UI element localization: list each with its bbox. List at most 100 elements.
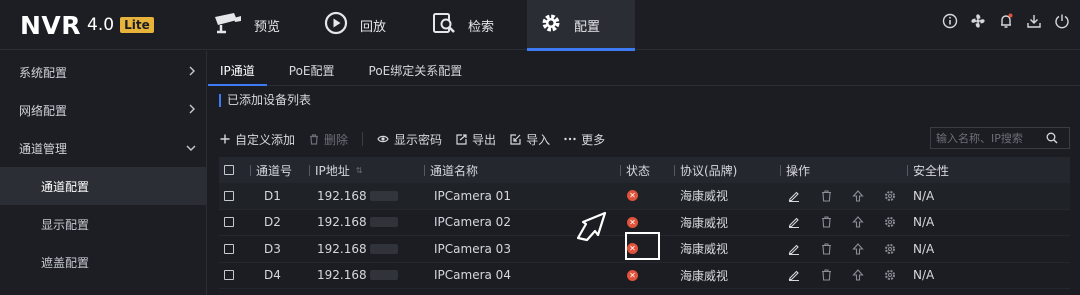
upgrade-icon[interactable] — [851, 215, 865, 229]
name-cell: IPCamera 03 — [434, 241, 511, 256]
info-icon[interactable] — [942, 13, 958, 29]
sidebar: 系统配置 网络配置 通道管理 通道配置 显示配置 遮盖配置 — [0, 51, 207, 295]
search-icon[interactable] — [1046, 129, 1058, 148]
eye-icon — [377, 134, 389, 144]
row-operations — [787, 183, 897, 209]
subtab-poe-config[interactable]: PoE配置 — [277, 62, 347, 85]
show-password-label: 显示密码 — [394, 132, 443, 147]
delete-icon[interactable] — [819, 215, 833, 229]
settings-icon[interactable] — [883, 215, 897, 229]
search-input[interactable] — [931, 131, 1046, 145]
chevron-right-icon — [188, 103, 196, 117]
edit-icon[interactable] — [787, 215, 801, 229]
upgrade-icon[interactable] — [851, 242, 865, 256]
delete-icon[interactable] — [819, 268, 833, 282]
channel-cell: D3 — [264, 241, 281, 256]
camera-icon — [212, 12, 254, 38]
plus-icon — [220, 134, 230, 144]
tab-playback[interactable]: 回放 — [324, 0, 424, 50]
row-checkbox[interactable] — [224, 210, 234, 236]
more-icon — [564, 137, 576, 141]
export-icon — [456, 133, 467, 145]
top-bar: NVR 4.0 Lite 预览 回放 检索 配置 — [0, 0, 1080, 51]
power-icon[interactable] — [1054, 13, 1070, 29]
col-status: 状态 — [620, 157, 650, 183]
sidebar-item-system[interactable]: 系统配置 — [0, 53, 206, 91]
name-cell: IPCamera 02 — [434, 215, 511, 230]
ip-cell: 192.168 — [317, 263, 398, 289]
col-security: 安全性 — [907, 157, 949, 183]
table-header: 通道号 IP地址 ⇅ 通道名称 状态 协议(品牌) 操作 安全性 — [219, 157, 1070, 183]
header-tools — [942, 13, 1070, 29]
col-ip[interactable]: IP地址 ⇅ — [309, 157, 362, 183]
settings-icon[interactable] — [883, 189, 897, 203]
ip-cell: 192.168 — [317, 183, 398, 209]
protocol-cell: 海康威视 — [680, 242, 729, 257]
status-highlight-box — [625, 232, 660, 260]
import-button[interactable]: 导入 — [510, 131, 550, 148]
more-button[interactable]: 更多 — [564, 131, 605, 148]
edit-icon[interactable] — [787, 242, 801, 256]
delete-icon[interactable] — [819, 242, 833, 256]
subtab-poe-binding[interactable]: PoE绑定关系配置 — [357, 62, 475, 85]
import-label: 导入 — [526, 132, 551, 147]
sidebar-item-channel-management[interactable]: 通道管理 — [0, 129, 206, 167]
name-cell: IPCamera 04 — [434, 268, 511, 283]
row-operations — [787, 210, 897, 236]
protocol-cell: 海康威视 — [680, 215, 729, 230]
subtab-ip-channel[interactable]: IP通道 — [208, 62, 267, 86]
tab-preview[interactable]: 预览 — [212, 0, 312, 50]
show-password-button[interactable]: 显示密码 — [377, 131, 442, 148]
settings-icon[interactable] — [883, 268, 897, 282]
col-protocol: 协议(品牌) — [674, 157, 737, 183]
logo: NVR 4.0 Lite — [20, 10, 154, 40]
tab-config-label: 配置 — [574, 19, 601, 35]
select-all-checkbox[interactable] — [224, 157, 234, 183]
settings-icon[interactable] — [883, 242, 897, 256]
security-cell: N/A — [913, 241, 935, 256]
col-name: 通道名称 — [424, 157, 478, 183]
row-checkbox[interactable] — [224, 236, 234, 262]
hand-pointer-icon — [574, 210, 608, 246]
security-cell: N/A — [913, 215, 935, 230]
add-custom-button[interactable]: 自定义添加 — [220, 131, 295, 148]
search-icon — [432, 11, 468, 39]
edit-icon[interactable] — [787, 268, 801, 282]
table-row[interactable]: D1 192.168 IPCamera 01 ✕ 海康威视 N/A — [219, 183, 1070, 210]
tab-search[interactable]: 检索 — [432, 0, 532, 50]
delete-icon[interactable] — [819, 189, 833, 203]
protocol-cell: 海康威视 — [680, 268, 729, 283]
edition-badge: Lite — [120, 17, 154, 33]
gear-icon — [540, 12, 574, 38]
security-cell: N/A — [913, 188, 935, 203]
row-checkbox[interactable] — [224, 263, 234, 289]
row-checkbox[interactable] — [224, 183, 234, 209]
main-panel: IP通道 PoE配置 PoE绑定关系配置 已添加设备列表 自定义添加 删除 显示… — [208, 51, 1080, 295]
export-button[interactable]: 导出 — [456, 131, 496, 148]
bell-icon[interactable] — [998, 13, 1014, 29]
sidebar-subitem-label: 通道配置 — [41, 179, 90, 194]
upgrade-icon[interactable] — [851, 268, 865, 282]
tab-config[interactable]: 配置 — [527, 0, 635, 51]
export-label: 导出 — [472, 132, 497, 147]
sidebar-item-network[interactable]: 网络配置 — [0, 91, 206, 129]
fan-icon[interactable] — [970, 13, 986, 29]
sidebar-subitem-label: 遮盖配置 — [41, 255, 90, 270]
sidebar-subitem-display-config[interactable]: 显示配置 — [0, 205, 206, 243]
sidebar-subitem-channel-config[interactable]: 通道配置 — [0, 167, 206, 205]
delete-button[interactable]: 删除 — [309, 131, 348, 148]
sidebar-subitem-mask-config[interactable]: 遮盖配置 — [0, 243, 206, 281]
version-label: 4.0 — [87, 15, 115, 35]
toolbar: 自定义添加 删除 显示密码 导出 导入 更多 — [220, 130, 619, 148]
upgrade-icon[interactable] — [851, 189, 865, 203]
protocol-cell: 海康威视 — [680, 189, 729, 204]
download-icon[interactable] — [1026, 13, 1042, 29]
security-cell: N/A — [913, 268, 935, 283]
edit-icon[interactable] — [787, 189, 801, 203]
search-box — [930, 127, 1070, 149]
col-channel[interactable]: 通道号 — [250, 157, 292, 183]
subtab-bar: IP通道 PoE配置 PoE绑定关系配置 — [208, 51, 1080, 86]
table-row[interactable]: D4 192.168 IPCamera 04 ✕ 海康威视 N/A — [219, 263, 1070, 289]
import-icon — [510, 133, 521, 145]
channel-cell: D4 — [264, 268, 281, 283]
